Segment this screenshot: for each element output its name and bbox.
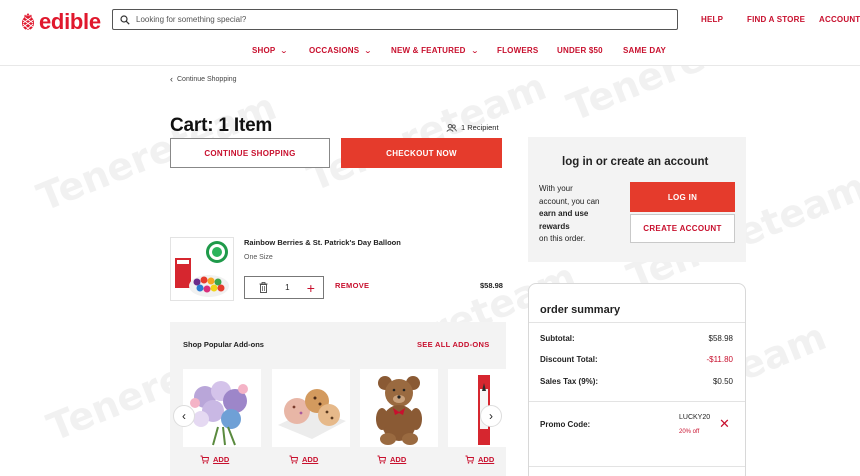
continue-shopping-link[interactable]: ‹ Continue Shopping (170, 74, 237, 84)
find-store-link[interactable]: FIND A STORE (747, 15, 805, 24)
divider (529, 466, 745, 467)
discount-row: Discount Total: -$11.80 (540, 355, 733, 364)
help-link[interactable]: HELP (701, 15, 723, 24)
cart-icon (200, 455, 209, 464)
discount-label: Discount Total: (540, 355, 598, 364)
login-text-bold: earn and use (539, 209, 589, 218)
divider (529, 401, 745, 402)
carousel-next-button[interactable]: › (480, 405, 502, 427)
recipient-count: 1 Recipient (446, 123, 499, 132)
recipient-label: 1 Recipient (461, 123, 499, 132)
trash-icon[interactable] (259, 282, 268, 293)
subtotal-label: Subtotal: (540, 334, 575, 343)
add-addon-button[interactable]: ADD (465, 455, 494, 464)
continue-shopping-button[interactable]: CONTINUE SHOPPING (170, 138, 330, 168)
chevron-down-icon: ⌄ (280, 47, 289, 55)
add-label: ADD (478, 455, 495, 464)
nav-under-50[interactable]: UNDER $50 (557, 46, 603, 55)
subtotal-row: Subtotal: $58.98 (540, 334, 733, 343)
search-icon (120, 14, 130, 25)
add-label: ADD (390, 455, 407, 464)
chevron-down-icon: ⌄ (470, 47, 479, 55)
item-price: $58.98 (480, 281, 503, 290)
close-icon[interactable]: ✕ (719, 416, 730, 432)
tax-value: $0.50 (712, 377, 733, 386)
cart-title: Cart: 1 Item (170, 115, 273, 136)
checkout-now-button[interactable]: CHECKOUT NOW (341, 138, 502, 168)
edible-logo[interactable]: edible (20, 9, 101, 35)
login-panel: log in or create an account With your ac… (528, 137, 746, 262)
product-name[interactable]: Rainbow Berries & St. Patrick's Day Ball… (244, 238, 401, 247)
flower-bouquet-image (183, 369, 261, 447)
order-summary-panel: order summary Subtotal: $58.98 Discount … (528, 283, 746, 476)
tax-label: Sales Tax (9%): (540, 377, 599, 386)
promo-code-value: LUCKY20 (679, 414, 711, 421)
nav-shop-label: SHOP (252, 46, 276, 55)
product-image[interactable] (170, 237, 234, 301)
login-text-line: account, you can (539, 196, 600, 206)
cart-icon (289, 455, 298, 464)
see-all-addons-link[interactable]: SEE ALL ADD-ONS (417, 340, 490, 349)
nav-flowers[interactable]: FLOWERS (497, 46, 538, 55)
nav-same-day[interactable]: SAME DAY (623, 46, 666, 55)
account-link[interactable]: ACCOUNT (819, 15, 860, 24)
nav-same-day-label: SAME DAY (623, 46, 667, 55)
remove-button[interactable]: REMOVE (335, 281, 369, 290)
promo-discount-text: 20% off (679, 429, 700, 435)
addon-card[interactable] (183, 369, 261, 447)
quantity-value: 1 (285, 283, 290, 292)
nav-flowers-label: FLOWERS (497, 46, 539, 55)
plus-icon[interactable]: + (307, 281, 315, 295)
product-size: One Size (244, 254, 273, 261)
create-account-button[interactable]: CREATE ACCOUNT (630, 214, 735, 243)
login-description: With your account, you can earn and use … (539, 183, 599, 246)
nav-new-featured[interactable]: NEW & FEATURED ⌄ (391, 46, 479, 55)
promo-code-label: Promo Code: (540, 420, 591, 429)
nav-occasions-label: OCCASIONS (309, 46, 360, 55)
pineapple-logo-icon (22, 13, 34, 31)
breadcrumb-label: Continue Shopping (177, 75, 237, 83)
teddy-bear-image (360, 369, 438, 447)
login-title: log in or create an account (562, 156, 709, 168)
nav-under-50-label: UNDER $50 (557, 46, 603, 55)
watermark: Tenereteam (300, 64, 553, 200)
carousel-prev-button[interactable]: ‹ (173, 405, 195, 427)
chevron-down-icon: ⌄ (364, 47, 373, 55)
login-text-line: With your (539, 184, 573, 193)
login-text-line: on this order. (539, 234, 586, 243)
cookies-image (272, 369, 350, 447)
rainbow-berries-image (171, 238, 233, 300)
addon-card[interactable] (272, 369, 350, 447)
divider (529, 322, 745, 323)
add-addon-button[interactable]: ADD (289, 455, 318, 464)
subtotal-value: $58.98 (708, 334, 733, 343)
nav-shop[interactable]: SHOP ⌄ (252, 46, 288, 55)
login-text-bold: rewards (539, 221, 570, 231)
site-header: edible HELP FIND A STORE ACCOUNT SHOP ⌄ … (0, 0, 860, 66)
nav-occasions[interactable]: OCCASIONS ⌄ (309, 46, 373, 55)
users-icon (446, 123, 457, 132)
nav-new-featured-label: NEW & FEATURED (391, 46, 466, 55)
addon-card[interactable] (360, 369, 438, 447)
chevron-left-icon: ‹ (170, 74, 173, 84)
order-summary-title: order summary (540, 304, 621, 316)
log-in-button[interactable]: LOG IN (630, 182, 735, 212)
logo-text: edible (39, 9, 101, 34)
quantity-stepper[interactable]: 1 + (244, 276, 324, 299)
discount-value: -$11.80 (706, 355, 733, 364)
tax-row: Sales Tax (9%): $0.50 (540, 377, 733, 386)
search-bar[interactable] (112, 9, 678, 30)
cart-icon (377, 455, 386, 464)
cart-icon (465, 455, 474, 464)
add-label: ADD (302, 455, 319, 464)
add-addon-button[interactable]: ADD (377, 455, 406, 464)
search-input[interactable] (136, 15, 636, 24)
addons-title: Shop Popular Add-ons (183, 340, 264, 349)
add-label: ADD (213, 455, 230, 464)
add-addon-button[interactable]: ADD (200, 455, 229, 464)
addons-panel: Shop Popular Add-ons SEE ALL ADD-ONS ‹ ›… (170, 322, 506, 476)
